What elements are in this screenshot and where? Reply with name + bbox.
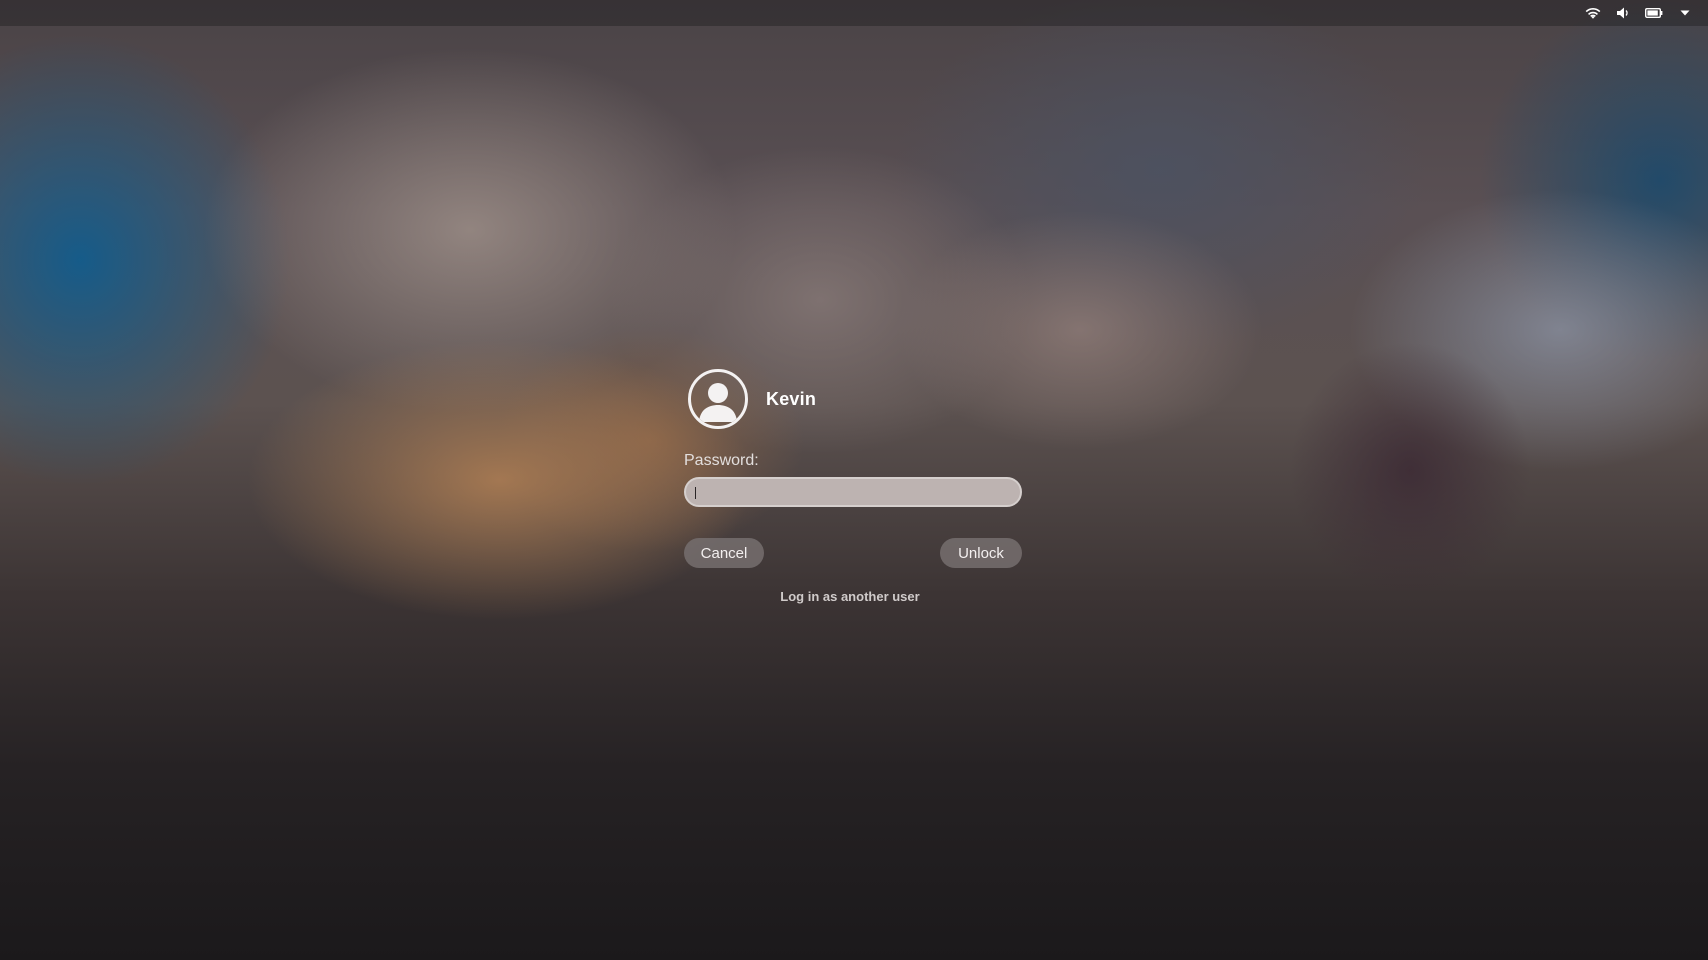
user-avatar-icon (688, 369, 748, 429)
user-row: Kevin (684, 366, 1022, 432)
username: Kevin (766, 388, 817, 409)
log-in-as-another-user-link[interactable]: Log in as another user (740, 589, 960, 604)
volume-icon[interactable] (1614, 4, 1632, 22)
text-cursor (695, 487, 696, 499)
button-row: Cancel Unlock (684, 538, 1022, 568)
system-tray (1584, 4, 1694, 22)
unlock-dialog: Kevin Password: Cancel Unlock Log in as … (684, 366, 1022, 604)
unlock-button[interactable]: Unlock (940, 538, 1022, 568)
system-menu-arrow-icon[interactable] (1676, 4, 1694, 22)
battery-icon[interactable] (1644, 4, 1664, 22)
password-field[interactable] (684, 477, 1022, 507)
top-bar (0, 0, 1708, 26)
wifi-icon[interactable] (1584, 4, 1602, 22)
password-label: Password: (684, 452, 759, 469)
cancel-button[interactable]: Cancel (684, 538, 764, 568)
password-input[interactable] (686, 479, 1020, 505)
